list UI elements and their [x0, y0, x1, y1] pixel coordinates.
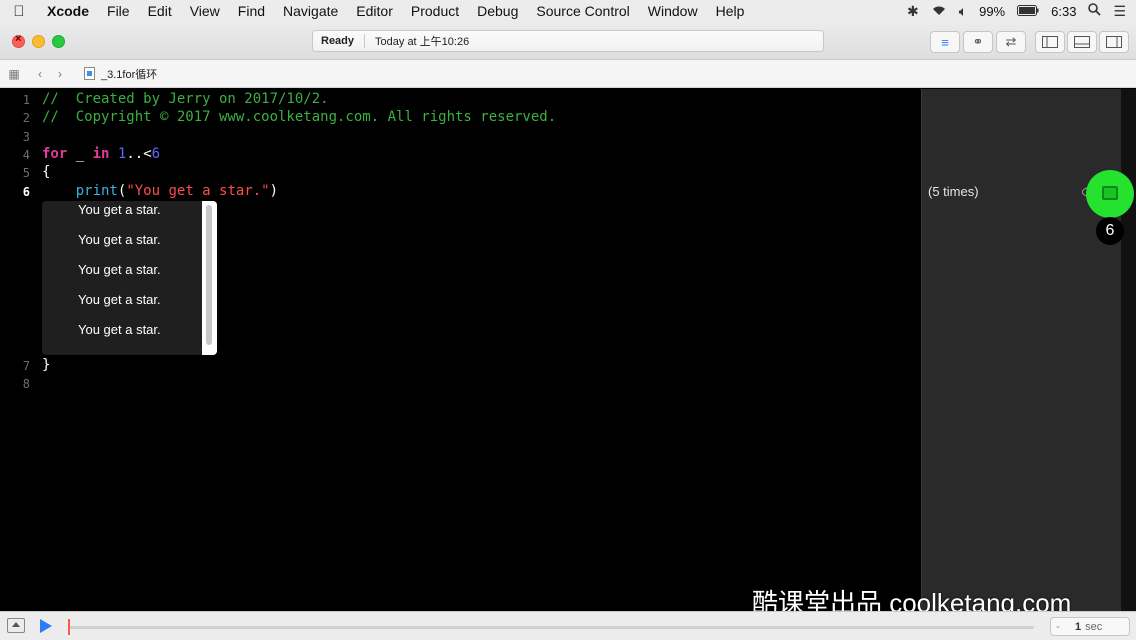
playground-file-icon — [84, 67, 95, 80]
clock[interactable]: 6:33 — [1051, 4, 1076, 19]
line-number: 3 — [22, 130, 30, 144]
version-editor-icon[interactable]: ⇄ — [996, 31, 1026, 53]
menu-app-name[interactable]: Xcode — [38, 3, 98, 19]
loop-variable: _ — [75, 146, 85, 162]
keyword-for: for — [42, 146, 68, 162]
line-number: 8 — [22, 377, 30, 391]
speed-value: 1 — [1075, 620, 1082, 633]
menu-source-control[interactable]: Source Control — [527, 3, 638, 19]
battery-icon[interactable] — [1017, 3, 1039, 19]
current-line-number: 6 — [22, 185, 30, 199]
line-number: 2 — [22, 111, 30, 125]
line-number: 1 — [22, 93, 30, 107]
range-operator: ..< — [126, 146, 152, 162]
step-badge: 6 — [1096, 217, 1124, 245]
close-window-button[interactable] — [12, 33, 25, 48]
show-result-icon — [1102, 186, 1118, 200]
menu-product[interactable]: Product — [402, 3, 468, 19]
popup-result-item: You get a star. — [78, 232, 161, 247]
function-print: print — [75, 183, 118, 199]
menubar:  Xcode File Edit View Find Navigate Edi… — [0, 0, 1136, 22]
debug-bar: - 1 sec — [0, 611, 1136, 640]
line-number: 4 — [22, 148, 30, 162]
popup-scroll-thumb[interactable] — [206, 205, 212, 345]
execution-timeline[interactable] — [68, 626, 1034, 629]
code-for-loop-header: for _ in 1..<6 — [42, 146, 160, 162]
results-scrollbar[interactable] — [1121, 89, 1136, 611]
keyword-in: in — [92, 146, 110, 162]
menu-view[interactable]: View — [181, 3, 229, 19]
speed-stepper[interactable]: - 1 sec — [1050, 617, 1130, 636]
menu-editor[interactable]: Editor — [347, 3, 402, 19]
show-result-button[interactable] — [1086, 170, 1134, 218]
hide-debug-area-icon[interactable] — [7, 618, 25, 633]
jump-bar: ▦ ‹ › _3.1for循环 — [0, 60, 1136, 88]
build-timestamp: Today at 上午10:26 — [375, 36, 470, 48]
line-number: 5 — [22, 166, 30, 180]
debug-area-toggle-icon[interactable] — [1067, 31, 1097, 53]
activity-viewer: Ready Today at 上午10:26 — [312, 30, 824, 52]
list-icon[interactable]: ☰ — [1113, 3, 1126, 20]
popup-result-item: You get a star. — [78, 292, 161, 307]
wifi-icon[interactable] — [931, 3, 947, 19]
inline-result-popup[interactable]: You get a star. You get a star. You get … — [42, 201, 217, 355]
breadcrumb-file[interactable]: _3.1for循环 — [101, 66, 157, 82]
timeline-marker[interactable] — [68, 619, 70, 635]
menu-edit[interactable]: Edit — [139, 3, 181, 19]
assistant-editor-icon[interactable]: ⚭ — [963, 31, 993, 53]
status-area: ✱ 🔈︎ 99% 6:33 ☰ — [907, 3, 1136, 20]
window-toolbar: Ready Today at 上午10:26 ≡ ⚭ ⇄ — [0, 22, 1136, 60]
code-close-brace: } — [42, 357, 51, 373]
popup-result-item: You get a star. — [78, 322, 161, 337]
menu-debug[interactable]: Debug — [468, 3, 527, 19]
apple-icon[interactable]:  — [0, 3, 38, 20]
play-icon[interactable] — [40, 619, 52, 633]
zoom-window-button[interactable] — [52, 35, 65, 48]
code-print-statement: print("You get a star.") — [42, 183, 278, 199]
navigator-toggle-icon[interactable] — [1035, 31, 1065, 53]
utilities-toggle-icon[interactable] — [1099, 31, 1129, 53]
bluetooth-icon[interactable]: ✱ — [907, 3, 919, 20]
build-status: Ready — [321, 35, 355, 47]
menu-help[interactable]: Help — [707, 3, 754, 19]
menu-file[interactable]: File — [98, 3, 139, 19]
decrement-button[interactable]: - — [1051, 621, 1065, 633]
related-items-icon[interactable]: ▦ — [4, 67, 24, 81]
battery-percent: 99% — [979, 3, 1006, 19]
code-editor[interactable]: 1 2 3 4 5 6 7 8 // Created by Jerry on 2… — [0, 89, 921, 611]
popup-scrollbar[interactable] — [202, 201, 217, 355]
search-icon[interactable] — [1088, 3, 1102, 19]
range-end: 6 — [151, 146, 161, 162]
volume-icon[interactable]: 🔈︎ — [959, 3, 967, 20]
minimize-window-button[interactable] — [32, 35, 45, 48]
result-count: (5 times) — [928, 184, 979, 199]
code-comment-copyright: // Copyright © 2017 www.coolketang.com. … — [42, 109, 557, 125]
standard-editor-icon[interactable]: ≡ — [930, 31, 960, 53]
back-arrow-icon[interactable]: ‹ — [30, 67, 50, 81]
speed-unit: sec — [1085, 620, 1103, 633]
string-literal: "You get a star." — [126, 183, 270, 199]
forward-arrow-icon[interactable]: › — [50, 67, 70, 81]
menu-window[interactable]: Window — [639, 3, 707, 19]
results-sidebar: (5 times) — [921, 89, 1121, 611]
line-number: 7 — [22, 359, 30, 373]
activity-divider — [364, 34, 366, 48]
menu-find[interactable]: Find — [229, 3, 274, 19]
popup-result-item: You get a star. — [78, 262, 161, 277]
popup-result-item: You get a star. — [78, 202, 161, 217]
code-open-brace: { — [42, 164, 51, 180]
code-comment-created: // Created by Jerry on 2017/10/2. — [42, 91, 329, 107]
paren-close: ) — [269, 183, 279, 199]
menu-navigate[interactable]: Navigate — [274, 3, 347, 19]
